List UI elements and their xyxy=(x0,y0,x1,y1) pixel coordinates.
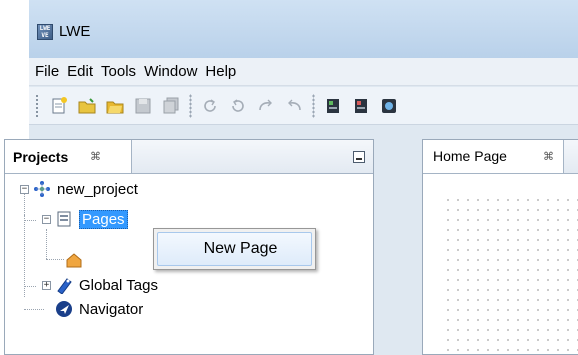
menu-bar: File Edit Tools Window Help xyxy=(29,58,578,86)
tree-label: Pages xyxy=(79,209,128,229)
tree-label: Navigator xyxy=(79,300,144,318)
context-menu: New Page xyxy=(153,228,316,270)
tree-item-home-page[interactable] xyxy=(65,249,89,271)
menu-help[interactable]: Help xyxy=(205,63,236,80)
minimize-icon[interactable] xyxy=(353,151,365,163)
tree-item-navigator[interactable]: Navigator xyxy=(55,298,143,320)
tab-home-page[interactable]: Home Page ⌘ xyxy=(423,140,564,173)
tree-connector xyxy=(24,193,25,215)
close-icon[interactable]: ⌘ xyxy=(90,150,101,163)
toolbar-separator xyxy=(312,93,315,118)
save-all-icon[interactable] xyxy=(161,96,181,116)
tree-item-new-project[interactable]: new_project xyxy=(33,178,138,200)
tree-connector xyxy=(24,309,44,310)
run-icon[interactable] xyxy=(323,96,343,116)
window-title: LWE xyxy=(59,23,91,40)
tree-connector xyxy=(24,286,36,287)
tab-projects[interactable]: Projects ⌘ xyxy=(5,140,132,173)
redo-icon[interactable] xyxy=(256,96,276,116)
refresh-icon[interactable] xyxy=(200,96,220,116)
pages-icon xyxy=(57,211,71,227)
tree-connector xyxy=(24,215,25,297)
project-icon xyxy=(34,181,50,197)
new-file-icon[interactable] xyxy=(49,96,69,116)
projects-panel-header: Projects ⌘ xyxy=(5,140,373,174)
tree-label: new_project xyxy=(57,180,138,198)
title-bar[interactable]: LWE VE LWE xyxy=(29,0,578,58)
tree-connector xyxy=(24,220,36,221)
reload-icon[interactable] xyxy=(228,96,248,116)
stop-icon[interactable] xyxy=(351,96,371,116)
app-icon: LWE VE xyxy=(37,24,53,40)
collapse-icon[interactable]: − xyxy=(42,215,51,224)
menu-edit[interactable]: Edit xyxy=(67,63,93,80)
tree-item-pages[interactable]: Pages xyxy=(55,208,128,230)
device-icon[interactable] xyxy=(379,96,399,116)
open-project-icon[interactable] xyxy=(105,96,125,116)
menu-file[interactable]: File xyxy=(35,63,59,80)
toolbar xyxy=(29,87,578,125)
tab-label: Home Page xyxy=(433,148,507,164)
toolbar-grip[interactable] xyxy=(35,93,39,118)
home-icon xyxy=(66,253,82,268)
navigator-icon xyxy=(56,301,72,317)
projects-panel-title: Projects xyxy=(13,149,69,165)
open-folder-icon[interactable] xyxy=(77,96,97,116)
menu-tools[interactable]: Tools xyxy=(101,63,136,80)
editor-tab-bar: Home Page ⌘ xyxy=(423,140,578,174)
expand-icon[interactable]: + xyxy=(42,281,51,290)
toolbar-separator xyxy=(189,93,192,118)
tree-label: Global Tags xyxy=(79,276,158,294)
menu-window[interactable]: Window xyxy=(144,63,197,80)
tree-item-global-tags[interactable]: Global Tags xyxy=(55,274,158,296)
save-icon[interactable] xyxy=(133,96,153,116)
tag-icon xyxy=(57,278,72,294)
undo-icon[interactable] xyxy=(284,96,304,116)
close-icon[interactable]: ⌘ xyxy=(543,150,554,163)
menu-item-new-page[interactable]: New Page xyxy=(157,232,312,266)
editor-panel: Home Page ⌘ xyxy=(422,139,578,355)
tree-connector xyxy=(46,229,47,259)
collapse-icon[interactable]: − xyxy=(20,185,29,194)
tree-connector xyxy=(46,259,64,260)
design-canvas[interactable] xyxy=(443,195,578,355)
